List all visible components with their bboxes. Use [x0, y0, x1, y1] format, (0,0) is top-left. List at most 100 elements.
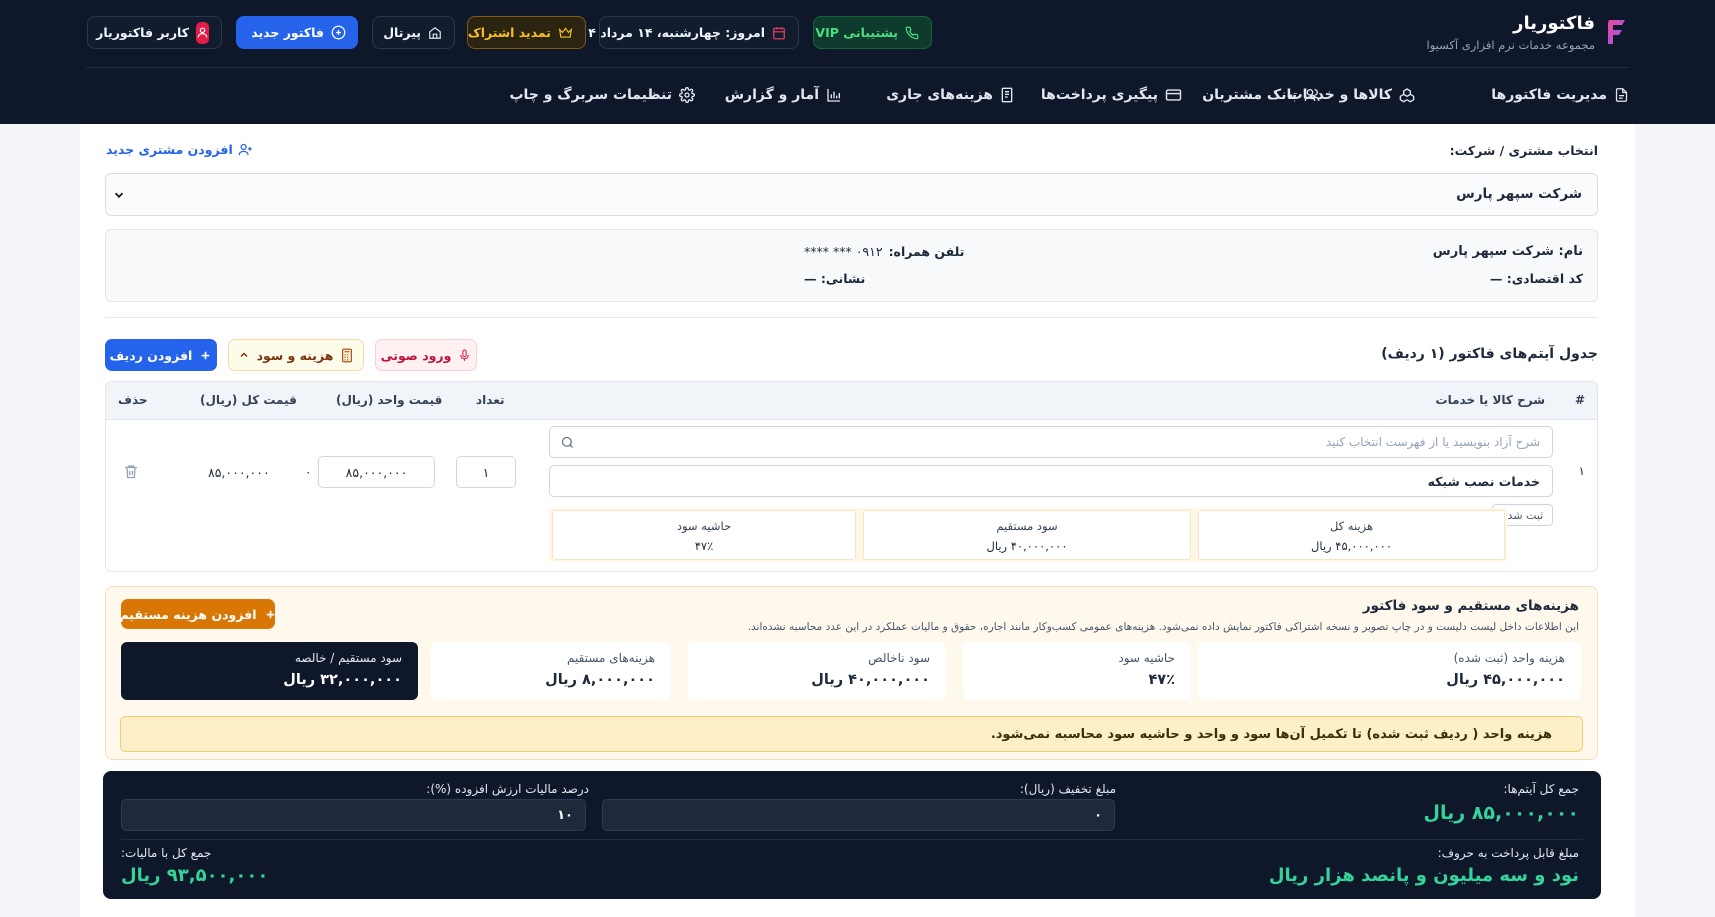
phone-icon [905, 26, 919, 40]
row-total-cost: هزینه کل ۴۵,۰۰۰,۰۰۰ ریال [1198, 510, 1505, 560]
row-margin: حاشیه سود ۴۷٪ [552, 510, 856, 560]
today-label: امروز: چهارشنبه، ۱۴ مرداد ۱۴۰۴ [565, 25, 765, 40]
section-divider [105, 317, 1598, 318]
nav-settings-label: تنظیمات سربرگ و چاپ [509, 87, 672, 103]
add-row-label: افزودن ردیف [109, 347, 193, 363]
item-description-input[interactable]: خدمات نصب شبکه [549, 465, 1553, 497]
app-header: فاکتوریار مجموعه خدمات نرم افزاری آکسیوا… [0, 0, 1715, 124]
customer-select-value: شرکت سپهر پارس [1456, 186, 1582, 202]
customer-phone: تلفن همراه: ۰۹۱۲ *** **** [804, 244, 964, 259]
row-total-cost-label: هزینه کل [1329, 519, 1374, 533]
customer-info-box: نام: شرکت سپهر پارس کد اقتصادی: — تلفن ه… [105, 229, 1598, 302]
credit-card-icon [1165, 88, 1182, 102]
calculator-icon [340, 348, 354, 363]
add-customer-link[interactable]: افزودن مشتری جدید [106, 142, 253, 157]
row-margin-value: ۴۷٪ [694, 539, 714, 553]
user-menu-button[interactable]: کاربر فاکتوریار [87, 16, 222, 49]
vip-support-label: پشتیبانی VIP [815, 25, 898, 40]
gross-profit-card: سود ناخالص ۴۰,۰۰۰,۰۰۰ ریال [688, 642, 946, 700]
row-direct-profit: سود مستقیم ۴۰,۰۰۰,۰۰۰ ریال [863, 510, 1191, 560]
cost-profit-label: هزینه و سود [256, 347, 334, 363]
items-total-label: جمع کل آیتم‌ها: [1503, 782, 1579, 796]
plus-icon [199, 349, 212, 362]
voice-input-button[interactable]: ورود صوتی [375, 339, 477, 371]
customer-name: نام: شرکت سپهر پارس [1432, 244, 1583, 259]
home-icon [428, 26, 442, 40]
table-header: # شرح کالا یا خدمات تعداد قیمت واحد (ریا… [106, 382, 1597, 420]
phone-label: تلفن همراه: [888, 244, 965, 259]
vat-label: درصد مالیات ارزش افزوده (%): [426, 782, 589, 796]
item-total-value: ۸۵,۰۰۰,۰۰۰ [208, 465, 270, 480]
add-customer-label: افزودن مشتری جدید [106, 142, 233, 157]
direct-costs-label: هزینه‌های مستقیم [567, 651, 655, 665]
item-description-value: خدمات نصب شبکه [1427, 473, 1540, 489]
brand[interactable]: فاکتوریار مجموعه خدمات نرم افزاری آکسیوا [1427, 12, 1629, 52]
col-description: شرح کالا یا خدمات [1435, 393, 1545, 407]
plus-circle-icon [331, 25, 346, 40]
user-plus-icon [238, 142, 253, 157]
direct-costs-description: این اطلاعات داخل لیست دلیست و در چاپ تصو… [747, 621, 1579, 633]
nav-payments-label: پیگیری پرداخت‌ها [1040, 87, 1158, 103]
nav-customers-label: بانک مشتریان [1202, 87, 1297, 103]
file-icon [1614, 87, 1629, 103]
item-search-input[interactable]: شرح آزاد بنویسید یا از فهرست انتخاب کنید [549, 426, 1553, 458]
discount-input-value: ۰ [1094, 807, 1102, 823]
row-margin-label: حاشیه سود [676, 519, 732, 533]
nav-invoices-label: مدیریت فاکتورها [1491, 87, 1607, 103]
col-quantity: تعداد [476, 393, 505, 407]
customer-select-label: انتخاب مشتری / شرکت: [1449, 143, 1598, 158]
item-unit-price-input[interactable]: ۸۵,۰۰۰,۰۰۰ [318, 456, 435, 488]
margin-label: حاشیه سود [1118, 651, 1175, 665]
net-profit-value: ۳۲,۰۰۰,۰۰۰ ریال [283, 672, 402, 688]
crown-icon [558, 26, 573, 40]
net-profit-card: سود مستقیم / خالصه ۳۲,۰۰۰,۰۰۰ ریال [121, 642, 418, 700]
nav-customers[interactable]: بانک مشتریان [1202, 83, 1320, 107]
item-search-placeholder: شرح آزاد بنویسید یا از فهرست انتخاب کنید [1325, 435, 1540, 449]
gear-icon [679, 87, 695, 103]
row-number: ۱ [1578, 464, 1585, 478]
totals-panel: جمع کل آیتم‌ها: ۸۵,۰۰۰,۰۰۰ ریال مبلغ تخف… [103, 771, 1601, 899]
vat-input[interactable]: ۱۰ [121, 799, 586, 831]
portal-button[interactable]: پیرتال [372, 16, 455, 49]
discount-input[interactable]: ۰ [602, 799, 1115, 831]
row-total-cost-value: ۴۵,۰۰۰,۰۰۰ ریال [1310, 539, 1392, 553]
nav-expenses[interactable]: هزینه‌های جاری [886, 83, 1014, 107]
brand-subtitle: مجموعه خدمات نرم افزاری آکسیوا [1426, 38, 1595, 52]
boxes-icon [1399, 87, 1415, 103]
grand-total-label: جمع کل با مالیات: [121, 846, 212, 860]
direct-costs-value: ۸,۰۰۰,۰۰۰ ریال [545, 672, 655, 688]
unit-cost-label: هزینه واحد (ثبت شده) [1453, 651, 1565, 665]
renew-subscription-button[interactable]: تمدید اشتراک [467, 16, 586, 49]
item-quantity-value: ۱ [482, 464, 490, 480]
item-quantity-input[interactable]: ۱ [456, 456, 516, 488]
row-direct-profit-value: ۴۰,۰۰۰,۰۰۰ ریال [986, 539, 1068, 553]
nav-reports[interactable]: آمار و گزارش [725, 83, 842, 107]
brand-logo-icon [1605, 17, 1629, 47]
nav-payments[interactable]: پیگیری پرداخت‌ها [1041, 83, 1182, 107]
item-unit-price-value: ۸۵,۰۰۰,۰۰۰ [345, 464, 408, 480]
microphone-icon [458, 348, 471, 363]
row-direct-profit-label: سود مستقیم [996, 519, 1058, 533]
totals-divider [121, 839, 1583, 840]
customer-select[interactable]: شرکت سپهر پارس [105, 173, 1598, 216]
add-direct-cost-button[interactable]: افزودن هزینه مستقیم [119, 599, 275, 629]
gross-profit-value: ۴۰,۰۰۰,۰۰۰ ریال [811, 672, 930, 688]
trash-icon[interactable] [123, 463, 139, 480]
receipt-icon [1000, 87, 1014, 103]
direct-costs-card: هزینه‌های مستقیم ۸,۰۰۰,۰۰۰ ریال [431, 642, 671, 700]
search-icon [560, 435, 575, 450]
portal-label: پیرتال [383, 25, 421, 40]
user-avatar-icon [196, 21, 209, 44]
margin-value: ۴۷٪ [1148, 672, 1175, 688]
cost-profit-toggle[interactable]: هزینه و سود [228, 339, 364, 371]
col-unit-price: قیمت واحد (ریال) [336, 393, 443, 407]
new-invoice-button[interactable]: فاکتور جدید [236, 16, 358, 49]
vip-support-button[interactable]: پشتیبانی VIP [813, 16, 932, 49]
items-total-value: ۸۵,۰۰۰,۰۰۰ ریال [1423, 802, 1579, 824]
item-discount-value: ۰ [305, 465, 312, 479]
add-row-button[interactable]: افزودن ردیف [105, 339, 217, 371]
nav-invoices[interactable]: مدیریت فاکتورها [1491, 83, 1629, 107]
nav-settings[interactable]: تنظیمات سربرگ و چاپ [509, 83, 695, 107]
chevron-up-icon [238, 349, 250, 361]
unit-cost-value: ۴۵,۰۰۰,۰۰۰ ریال [1446, 672, 1565, 688]
